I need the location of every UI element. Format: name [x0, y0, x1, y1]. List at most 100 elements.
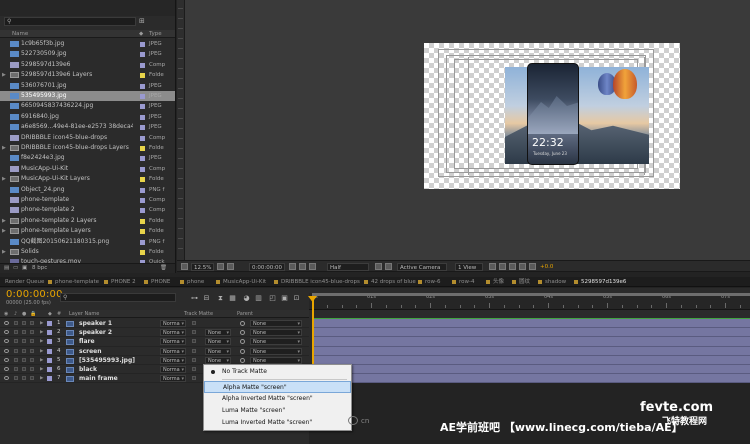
layer-duration-bar[interactable] — [312, 337, 750, 347]
comp-tab[interactable]: Render Queue — [2, 277, 44, 286]
layer-row[interactable]: ▶ 1 speaker 1 Norma None — [0, 319, 309, 329]
trash-icon[interactable]: 🗑 — [160, 264, 167, 273]
project-item[interactable]: 6650945837436224.jpg JPEG — [0, 101, 175, 111]
timeline-search-input[interactable]: ⚲ — [60, 293, 176, 302]
expand-arrow-icon[interactable]: ▶ — [40, 328, 43, 337]
label-color-swatch[interactable] — [140, 218, 145, 224]
column-name-header[interactable]: Name — [12, 30, 28, 38]
layer-duration-bar[interactable] — [312, 319, 750, 329]
lock-toggle[interactable] — [30, 330, 34, 335]
frame-blending-icon[interactable]: ▦ — [228, 294, 237, 302]
project-item[interactable]: ▶ MusicApp-Ui-Kit Layers Folde — [0, 174, 175, 184]
solo-toggle[interactable] — [22, 330, 26, 335]
transparency-grid-icon[interactable] — [385, 263, 392, 270]
layer-duration-bar[interactable] — [312, 365, 750, 375]
work-area-bar[interactable] — [312, 293, 750, 296]
column-type-header[interactable]: Type — [149, 30, 162, 38]
layer-duration-bar[interactable] — [312, 374, 750, 384]
solo-toggle[interactable] — [22, 339, 26, 344]
label-color-swatch[interactable] — [140, 135, 145, 141]
solo-toggle[interactable] — [22, 321, 26, 325]
preserve-transparency-toggle[interactable] — [192, 357, 196, 362]
comp-tab[interactable]: PHONE — [142, 277, 170, 286]
graph-icon[interactable]: ⊡ — [292, 294, 301, 302]
flowchart-icon[interactable]: ⊞ — [139, 17, 148, 26]
preserve-transparency-toggle[interactable] — [192, 330, 196, 335]
fast-preview-icon[interactable] — [499, 263, 506, 270]
parent-dropdown[interactable]: None — [250, 329, 302, 337]
layer-label-swatch[interactable] — [47, 330, 52, 336]
comp-tab[interactable]: row-4 — [450, 277, 475, 286]
comp-tab[interactable]: 头像 — [484, 277, 504, 286]
project-item[interactable]: phone-template Comp — [0, 195, 175, 205]
comp-tab[interactable]: shadow — [536, 277, 566, 286]
viewer-timecode[interactable]: 0:00:00:00 — [249, 263, 286, 271]
layer-phone-screen[interactable]: 22:32 Tuesday, June 23 — [527, 63, 579, 165]
track-matte-option[interactable]: Luma Inverted Matte "screen" — [204, 417, 351, 429]
label-color-swatch[interactable] — [140, 208, 145, 214]
lock-toggle[interactable] — [30, 357, 34, 362]
solo-toggle[interactable] — [22, 348, 26, 353]
lock-toggle[interactable] — [30, 339, 34, 344]
blend-mode-dropdown[interactable]: Norma — [160, 329, 186, 337]
label-color-swatch[interactable] — [140, 229, 145, 235]
pick-whip-icon[interactable] — [240, 348, 245, 354]
lock-toggle[interactable] — [30, 348, 34, 353]
comp-tab[interactable]: DRIBBBLE icon45-blue-drops — [272, 277, 360, 286]
layer-label-swatch[interactable] — [47, 348, 52, 354]
label-color-swatch[interactable] — [140, 104, 145, 110]
parent-header[interactable]: Parent — [237, 310, 253, 318]
project-item[interactable]: 535495993.jpg JPEG — [0, 91, 175, 102]
label-color-swatch[interactable] — [140, 114, 145, 120]
lock-toggle[interactable] — [30, 321, 34, 325]
expand-arrow-icon[interactable]: ▶ — [40, 347, 43, 356]
label-color-swatch[interactable] — [140, 62, 145, 68]
project-search-input[interactable]: ⚲ — [4, 17, 136, 26]
label-color-swatch[interactable] — [140, 83, 145, 89]
preserve-transparency-toggle[interactable] — [192, 348, 196, 353]
parent-dropdown[interactable]: None — [250, 347, 302, 356]
motion-blur-icon[interactable]: ◕ — [242, 294, 251, 302]
preserve-transparency-toggle[interactable] — [192, 376, 196, 381]
track-matte-dropdown[interactable]: None — [205, 347, 231, 356]
pick-whip-icon[interactable] — [240, 330, 245, 336]
track-matte-dropdown[interactable]: None — [205, 329, 231, 337]
project-item[interactable]: 536076701.jpg JPEG — [0, 81, 175, 91]
project-item[interactable]: DRIBBBLE icon45-blue-drops Comp — [0, 133, 175, 143]
label-icon[interactable]: ◆ — [139, 30, 143, 38]
visibility-eye-icon[interactable] — [4, 348, 9, 353]
view-layout-dropdown[interactable]: 1 View — [455, 263, 483, 271]
track-matte-dropdown[interactable]: None — [205, 338, 231, 346]
label-color-swatch[interactable] — [140, 73, 145, 79]
comp-tab[interactable]: MusicApp-Ui-Kit — [214, 277, 266, 286]
comp-tab[interactable]: 圆纹 — [510, 277, 530, 286]
track-matte-option[interactable]: Luma Matte "screen" — [204, 405, 351, 417]
visibility-eye-icon[interactable] — [4, 376, 9, 381]
track-matte-header[interactable]: Track Matte — [184, 310, 213, 318]
comp-tab[interactable]: 42 drops of blue — [362, 277, 416, 286]
layer-name[interactable]: screen — [79, 347, 102, 356]
project-item[interactable]: 522730509.jpg JPEG — [0, 49, 175, 59]
visibility-eye-icon[interactable] — [4, 321, 9, 325]
new-folder-icon[interactable]: ▭ — [13, 264, 18, 273]
expand-arrow-icon[interactable]: ▶ — [40, 356, 43, 365]
preserve-transparency-toggle[interactable] — [192, 367, 196, 371]
timeline-icon[interactable] — [509, 263, 516, 270]
project-item[interactable]: f8e2424e3.jpg JPEG — [0, 153, 175, 163]
audio-toggle[interactable] — [14, 376, 18, 381]
expand-arrow-icon[interactable]: ▶ — [2, 174, 6, 184]
audio-toggle[interactable] — [14, 348, 18, 353]
expand-arrow-icon[interactable]: ▶ — [2, 247, 6, 257]
track-matte-option[interactable]: No Track Matte — [204, 366, 351, 378]
comp-tab[interactable]: phone — [178, 277, 204, 286]
blend-mode-dropdown[interactable]: Norma — [160, 375, 186, 383]
audio-toggle[interactable] — [14, 367, 18, 371]
audio-toggle[interactable] — [14, 357, 18, 362]
blend-mode-dropdown[interactable]: Norma — [160, 356, 186, 365]
layer-name-header[interactable]: Layer Name — [69, 310, 99, 318]
label-color-swatch[interactable] — [140, 250, 145, 255]
project-item[interactable]: QQ截图20150621180315.png PNG f — [0, 237, 175, 247]
lock-toggle[interactable] — [30, 376, 34, 381]
parent-dropdown[interactable]: None — [250, 356, 302, 365]
region-icon[interactable] — [375, 263, 382, 270]
